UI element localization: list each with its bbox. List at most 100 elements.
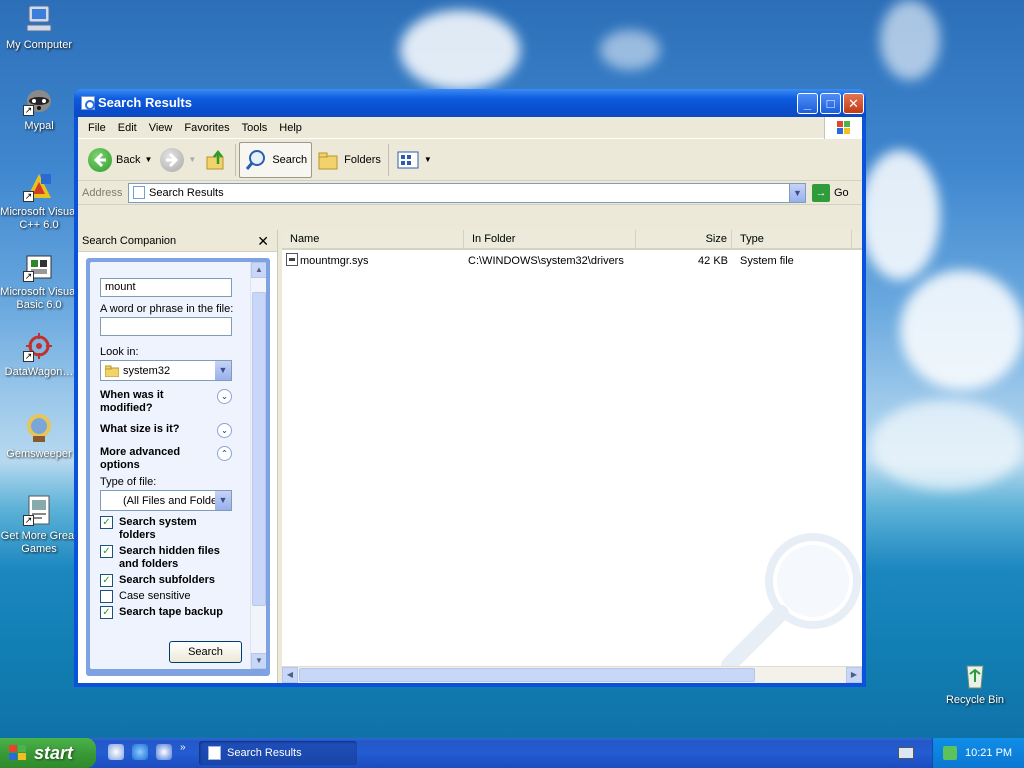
file-folder: C:\WINDOWS\system32\drivers — [468, 255, 624, 267]
pane-scrollbar[interactable]: ▲ ▼ — [250, 262, 266, 669]
windows-logo-icon — [824, 117, 862, 139]
phrase-input[interactable] — [100, 317, 232, 336]
checkbox-checked-icon[interactable]: ✓ — [100, 545, 113, 558]
folders-button[interactable]: Folders — [312, 142, 385, 178]
shortcut-arrow-icon: ↗ — [23, 105, 34, 116]
option-label: Search tape backup — [119, 606, 223, 618]
expand-chevron-icon[interactable]: ⌄ — [217, 389, 232, 404]
clock[interactable]: 10:21 PM — [965, 747, 1012, 759]
desktop-icon-label: Get More Great Games — [0, 530, 78, 555]
look-in-select[interactable]: system32 ▼ — [100, 360, 232, 381]
start-label: start — [34, 743, 74, 763]
forward-button[interactable]: ▼ — [156, 142, 200, 178]
desktop-icon-my-computer[interactable]: My Computer — [0, 3, 78, 52]
shortcut-arrow-icon: ↗ — [23, 351, 34, 362]
search-toolbar-button[interactable]: Search — [239, 141, 313, 178]
file-type-select[interactable]: (All Files and Folders) ▼ — [100, 490, 232, 511]
checkbox-checked-icon[interactable]: ✓ — [100, 516, 113, 529]
views-button[interactable]: ▼ — [392, 142, 436, 178]
maximize-button[interactable]: □ — [820, 93, 841, 114]
checkbox-checked-icon[interactable]: ✓ — [100, 606, 113, 619]
back-button[interactable]: Back ▼ — [84, 142, 156, 178]
cloud — [870, 400, 1024, 490]
close-pane-icon[interactable]: ✕ — [257, 233, 269, 250]
scroll-up-icon[interactable]: ▲ — [251, 262, 266, 278]
views-icon — [397, 151, 419, 168]
menu-file[interactable]: File — [82, 122, 112, 134]
desktop-icon-datawagon[interactable]: ↗ DataWagon… — [0, 330, 78, 379]
taskbar: start » Search Results 10:21 PM — [0, 738, 1024, 768]
desktop-icon-label: Microsoft Visual C++ 6.0 — [0, 206, 78, 231]
system-tray: 10:21 PM — [932, 738, 1024, 768]
quicklaunch-expand-icon[interactable]: » — [180, 742, 186, 753]
chevron-down-icon: ▼ — [215, 491, 231, 510]
table-row[interactable]: mountmgr.sys C:\WINDOWS\system32\drivers… — [282, 252, 862, 270]
minimize-button[interactable]: _ — [797, 93, 818, 114]
checkbox-checked-icon[interactable]: ✓ — [100, 574, 113, 587]
title-bar[interactable]: Search Results _ □ ✕ — [74, 89, 866, 117]
go-button[interactable]: → Go — [812, 183, 849, 202]
cloud — [600, 30, 660, 70]
column-name[interactable]: Name — [282, 230, 464, 248]
show-desktop-icon[interactable] — [108, 744, 124, 760]
checkbox-unchecked-icon[interactable] — [100, 590, 113, 603]
desktop-icon-vb[interactable]: ↗ Microsoft Visual Basic 6.0 — [0, 250, 78, 312]
desktop-icon-label: Recycle Bin — [945, 694, 1005, 706]
option-hidden-files[interactable]: ✓ Search hidden files and folders — [100, 545, 234, 571]
vcpp-icon: ↗ — [23, 170, 55, 202]
file-type-value: (All Files and Folders) — [123, 494, 230, 507]
search-results-icon — [133, 186, 145, 199]
scroll-left-icon[interactable]: ◀ — [282, 667, 298, 683]
desktop-icon-recycle-bin[interactable]: Recycle Bin — [936, 658, 1014, 707]
option-tape-backup[interactable]: ✓ Search tape backup — [100, 606, 234, 619]
address-field[interactable]: Search Results ▼ — [128, 182, 806, 203]
close-button[interactable]: ✕ — [843, 93, 864, 114]
option-label: Search subfolders — [119, 574, 215, 586]
collapse-chevron-icon[interactable]: ⌃ — [217, 446, 232, 461]
taskbar-button-label: Search Results — [227, 747, 302, 759]
hscroll-thumb[interactable] — [299, 668, 755, 682]
search-watermark-icon — [717, 533, 863, 676]
address-dropdown-icon[interactable]: ▼ — [789, 183, 805, 202]
taskbar-button-search-results[interactable]: Search Results — [199, 741, 357, 765]
column-size[interactable]: Size — [636, 230, 732, 248]
modified-expander[interactable]: When was it modified? ⌄ — [100, 389, 232, 415]
size-expander[interactable]: What size is it? ⌄ — [100, 423, 232, 438]
toolbar-separator — [235, 143, 237, 176]
option-label: Search hidden files and folders — [119, 545, 220, 570]
up-folder-button[interactable] — [200, 142, 232, 178]
start-button[interactable]: start — [0, 738, 96, 768]
tray-network-icon[interactable] — [943, 746, 957, 760]
media-player-icon[interactable] — [156, 744, 172, 760]
horizontal-scrollbar[interactable]: ◀ ▶ — [282, 666, 862, 683]
column-type[interactable]: Type — [732, 230, 852, 248]
internet-explorer-icon[interactable] — [132, 744, 148, 760]
scroll-down-icon[interactable]: ▼ — [251, 653, 266, 669]
modified-label: When was it modified? — [100, 389, 164, 414]
menu-help[interactable]: Help — [273, 122, 308, 134]
advanced-expander[interactable]: More advanced options ⌃ — [100, 446, 232, 472]
desktop-icon-games[interactable]: ↗ Get More Great Games — [0, 494, 78, 556]
back-dropdown-icon[interactable]: ▼ — [144, 155, 152, 164]
menu-edit[interactable]: Edit — [112, 122, 143, 134]
column-in-folder[interactable]: In Folder — [464, 230, 636, 248]
search-options-panel: mount A word or phrase in the file: Look… — [90, 262, 266, 669]
desktop-icon-mypal[interactable]: ↗ Mypal — [0, 84, 78, 133]
desktop-icon-gemsweeper[interactable]: Gemsweeper — [0, 412, 78, 461]
search-toolbar-label: Search — [272, 153, 308, 166]
expand-chevron-icon[interactable]: ⌄ — [217, 423, 232, 438]
option-system-folders[interactable]: ✓ Search system folders — [100, 516, 234, 542]
datawagon-icon: ↗ — [23, 330, 55, 362]
option-subfolders[interactable]: ✓ Search subfolders — [100, 574, 234, 587]
desktop-icon-vcpp[interactable]: ↗ Microsoft Visual C++ 6.0 — [0, 170, 78, 232]
menu-tools[interactable]: Tools — [236, 122, 274, 134]
file-name-input[interactable]: mount — [100, 278, 232, 297]
views-dropdown-icon: ▼ — [423, 155, 432, 164]
search-button[interactable]: Search — [169, 641, 242, 663]
menu-view[interactable]: View — [143, 122, 179, 134]
menu-favorites[interactable]: Favorites — [178, 122, 235, 134]
scroll-thumb[interactable] — [252, 292, 266, 606]
scroll-right-icon[interactable]: ▶ — [846, 667, 862, 683]
keyboard-icon[interactable] — [898, 747, 914, 759]
option-case-sensitive[interactable]: Case sensitive — [100, 590, 234, 603]
